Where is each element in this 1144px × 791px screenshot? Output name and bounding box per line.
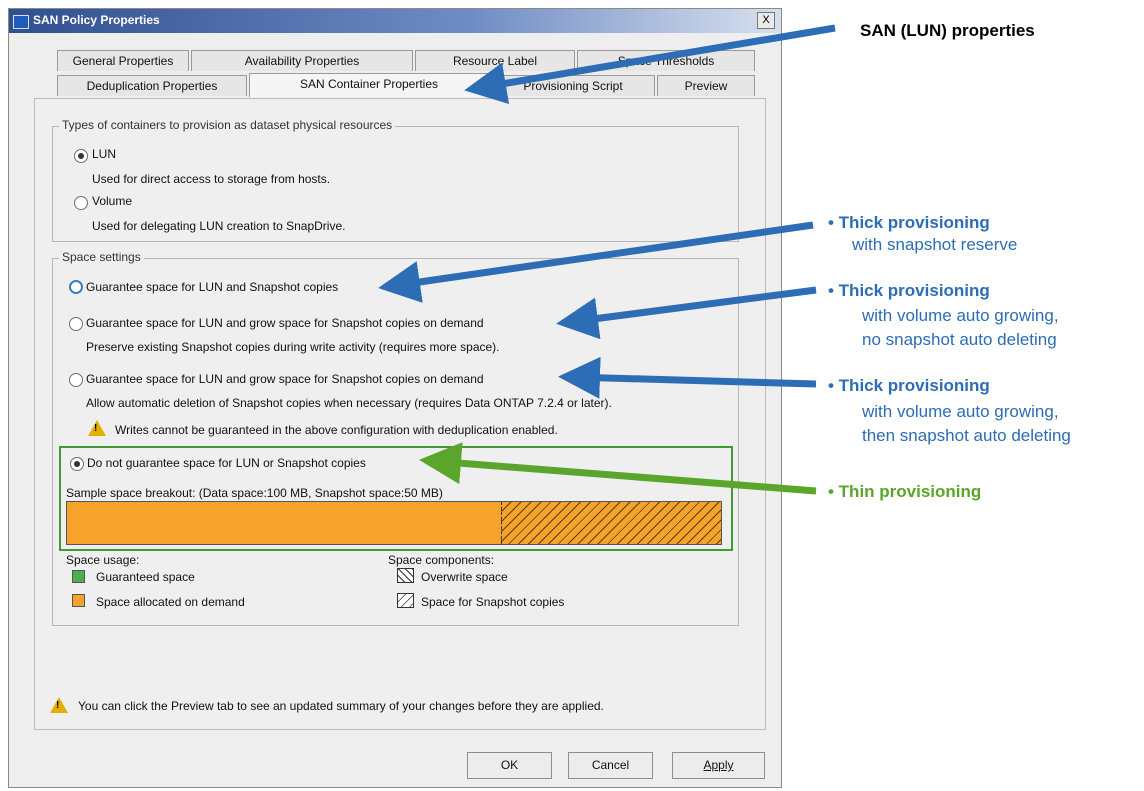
- guarantee-space-radio[interactable]: [69, 280, 83, 294]
- overwrite-space-label: Overwrite space: [421, 570, 508, 584]
- guaranteed-space-swatch: [72, 570, 85, 583]
- thick3-subtitle-2: then snapshot auto deleting: [862, 426, 1071, 445]
- no-guarantee-radio[interactable]: [70, 457, 84, 471]
- thick2-title: • Thick provisioning: [828, 281, 990, 300]
- tab-general-properties[interactable]: General Properties: [57, 50, 189, 71]
- guarantee-space-label: Guarantee space for LUN and Snapshot cop…: [86, 280, 339, 294]
- lun-description: Used for direct access to storage from h…: [92, 172, 331, 186]
- thin-provisioning-annotation: • Thin provisioning: [828, 482, 982, 501]
- tab-san-container-properties[interactable]: SAN Container Properties: [249, 73, 489, 97]
- title-bar[interactable]: SAN Policy Properties X: [9, 9, 781, 33]
- snapshot-space-label: Space for Snapshot copies: [421, 595, 565, 609]
- snapshot-space-segment: [501, 502, 721, 544]
- ok-button[interactable]: OK: [467, 752, 552, 779]
- app-icon: [13, 15, 29, 29]
- snapshot-space-pattern-icon: [397, 593, 414, 608]
- volume-label: Volume: [92, 194, 133, 208]
- grow-space-autodelete-radio[interactable]: [69, 373, 83, 387]
- overwrite-space-pattern-icon: [397, 568, 414, 583]
- grow-space-preserve-description: Preserve existing Snapshot copies during…: [86, 340, 500, 354]
- tab-deduplication-properties[interactable]: Deduplication Properties: [57, 75, 247, 96]
- space-usage-title: Space usage:: [66, 553, 140, 567]
- grow-space-autodelete-label: Guarantee space for LUN and grow space f…: [86, 372, 484, 386]
- thick1-title: • Thick provisioning: [828, 213, 990, 232]
- lun-radio[interactable]: [74, 149, 88, 163]
- thick2-subtitle-1: with volume auto growing,: [862, 306, 1059, 325]
- warning-icon: !: [88, 420, 106, 436]
- container-types-legend: Types of containers to provision as data…: [59, 118, 396, 132]
- grow-space-preserve-label: Guarantee space for LUN and grow space f…: [86, 316, 484, 330]
- no-guarantee-label: Do not guarantee space for LUN or Snapsh…: [87, 456, 366, 470]
- on-demand-space-label: Space allocated on demand: [96, 595, 245, 609]
- space-components-title: Space components:: [388, 553, 495, 567]
- grow-space-autodelete-description: Allow automatic deletion of Snapshot cop…: [86, 396, 612, 410]
- tab-space-thresholds[interactable]: Space Thresholds: [577, 50, 755, 71]
- tab-availability-properties[interactable]: Availability Properties: [191, 50, 413, 71]
- on-demand-space-swatch: [72, 594, 85, 607]
- thick3-subtitle-1: with volume auto growing,: [862, 402, 1059, 421]
- thick3-title: • Thick provisioning: [828, 376, 990, 395]
- thick2-subtitle-2: no snapshot auto deleting: [862, 330, 1057, 349]
- tab-preview[interactable]: Preview: [657, 75, 755, 96]
- apply-button[interactable]: Apply: [672, 752, 765, 779]
- close-button[interactable]: X: [757, 12, 775, 29]
- lun-label: LUN: [92, 147, 117, 161]
- space-settings-legend: Space settings: [59, 250, 144, 264]
- space-breakout-label: Sample space breakout: (Data space:100 M…: [66, 486, 443, 500]
- thick1-subtitle: with snapshot reserve: [852, 235, 1018, 254]
- grow-space-preserve-radio[interactable]: [69, 317, 83, 331]
- info-warning-icon: !: [50, 697, 68, 713]
- cancel-button[interactable]: Cancel: [568, 752, 653, 779]
- san-lun-properties-annotation: SAN (LUN) properties: [860, 21, 1035, 40]
- space-breakout-bar: [66, 501, 722, 545]
- tab-provisioning-script[interactable]: Provisioning Script: [491, 75, 655, 96]
- window-title: SAN Policy Properties: [33, 13, 160, 27]
- preview-hint-text: You can click the Preview tab to see an …: [78, 699, 604, 713]
- volume-radio[interactable]: [74, 196, 88, 210]
- dedup-warning-text: Writes cannot be guaranteed in the above…: [115, 423, 558, 437]
- tab-resource-label[interactable]: Resource Label: [415, 50, 575, 71]
- volume-description: Used for delegating LUN creation to Snap…: [92, 219, 346, 233]
- guaranteed-space-label: Guaranteed space: [96, 570, 195, 584]
